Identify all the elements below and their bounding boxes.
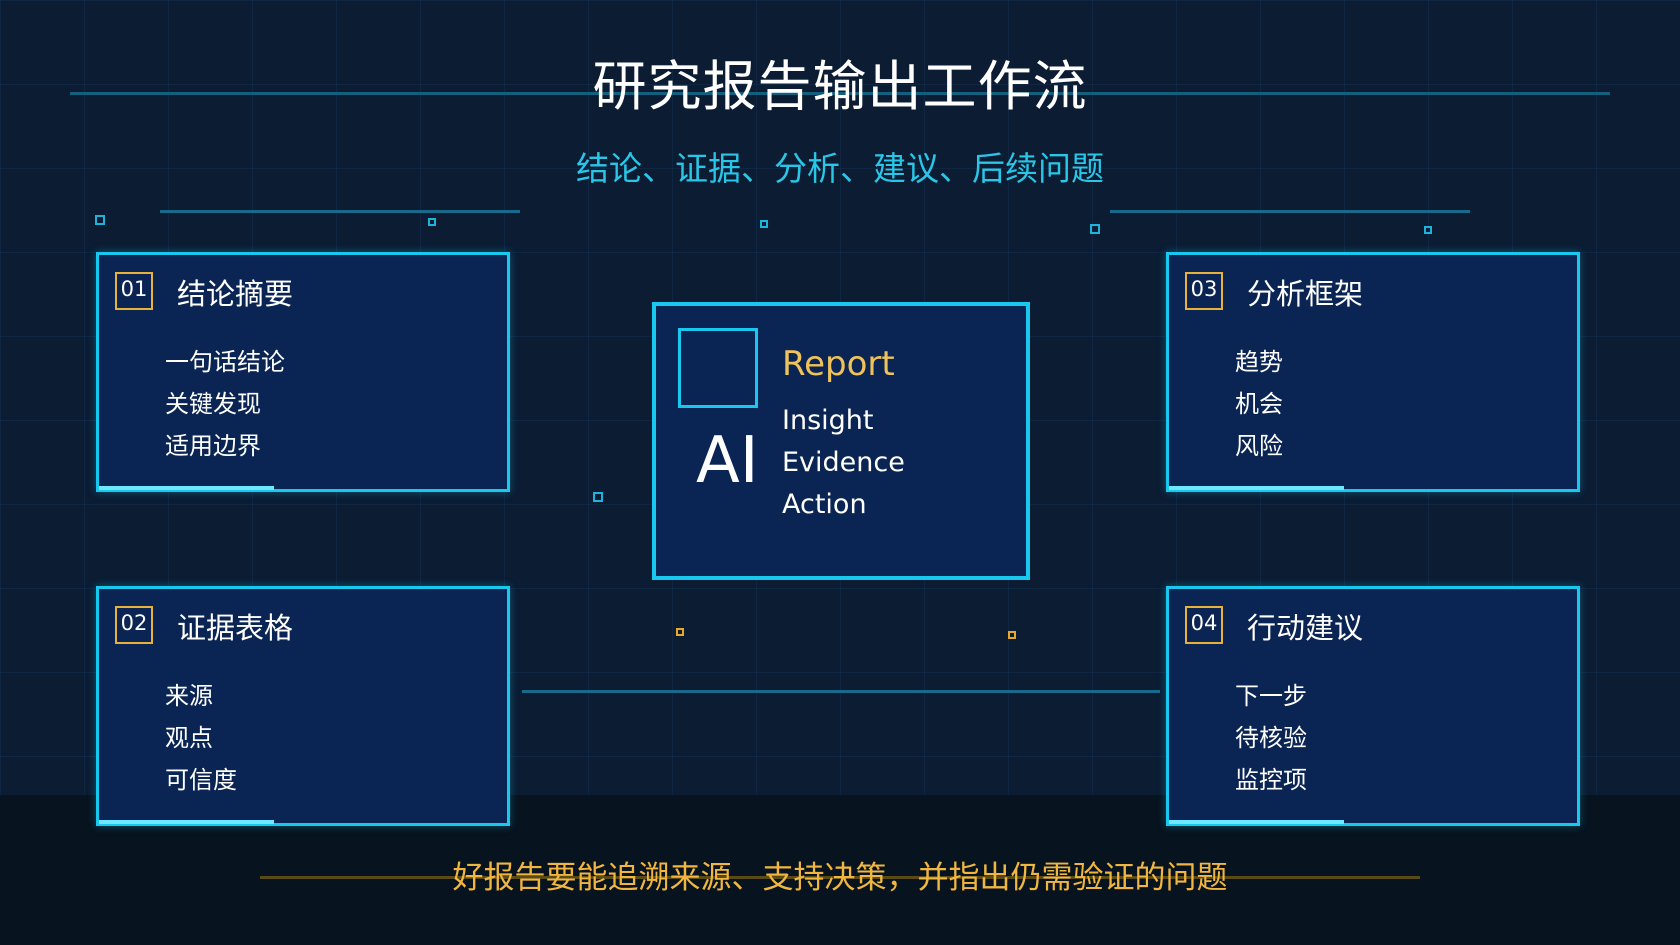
deco-dot-gold: [1008, 631, 1016, 639]
footer-caption: 好报告要能追溯来源、支持决策，并指出仍需验证的问题: [452, 860, 1228, 896]
deco-dot: [593, 492, 603, 502]
card-item-list: 来源 观点 可信度: [165, 675, 237, 801]
connector-line: [522, 690, 1160, 693]
card-heading: 结论摘要: [177, 277, 294, 311]
card-accent-bar: [1169, 820, 1344, 824]
card-number-badge: 04: [1185, 606, 1223, 644]
card-item-list: 一句话结论 关键发现 适用边界: [165, 341, 285, 467]
card-number-badge: 03: [1185, 272, 1223, 310]
deco-dot: [95, 215, 105, 225]
card-accent-bar: [99, 486, 274, 490]
card-accent-bar: [99, 820, 274, 824]
report-item: Evidence: [782, 447, 905, 478]
deco-dot: [1090, 224, 1100, 234]
card-number-badge: 01: [115, 272, 153, 310]
deco-dot-gold: [676, 628, 684, 636]
report-label: Report: [782, 344, 895, 384]
card-item: 待核验: [1235, 724, 1307, 752]
card-heading: 证据表格: [177, 611, 294, 645]
deco-dot: [428, 218, 436, 226]
card-item: 监控项: [1235, 766, 1307, 794]
report-item: Insight: [782, 405, 874, 436]
deco-dot: [1424, 226, 1432, 234]
center-ai-report-card: AI Report Insight Evidence Action: [652, 302, 1030, 580]
card-analysis-framework: 03 分析框架 趋势 机会 风险: [1166, 252, 1580, 492]
card-item: 观点: [165, 724, 213, 752]
deco-line-top-left: [160, 210, 520, 213]
card-item: 下一步: [1235, 682, 1307, 710]
card-number-badge: 02: [115, 606, 153, 644]
card-item: 机会: [1235, 390, 1283, 418]
card-item: 一句话结论: [165, 348, 285, 376]
card-accent-bar: [1169, 486, 1344, 490]
card-item-list: 趋势 机会 风险: [1235, 341, 1283, 467]
card-conclusion-summary: 01 结论摘要 一句话结论 关键发现 适用边界: [96, 252, 510, 492]
card-item: 可信度: [165, 766, 237, 794]
page-title: 研究报告输出工作流: [592, 55, 1088, 118]
card-item-list: 下一步 待核验 监控项: [1235, 675, 1307, 801]
card-heading: 行动建议: [1247, 611, 1364, 645]
card-item: 关键发现: [165, 390, 261, 418]
report-item-list: Insight Evidence Action: [782, 400, 905, 526]
card-action-recommendations: 04 行动建议 下一步 待核验 监控项: [1166, 586, 1580, 826]
ai-label: AI: [696, 424, 759, 498]
card-item: 适用边界: [165, 432, 261, 460]
card-evidence-table: 02 证据表格 来源 观点 可信度: [96, 586, 510, 826]
square-frame-icon: [678, 328, 758, 408]
card-item: 风险: [1235, 432, 1283, 460]
card-item: 来源: [165, 682, 213, 710]
page-subtitle: 结论、证据、分析、建议、后续问题: [576, 149, 1104, 188]
deco-line-top-right: [1110, 210, 1470, 213]
card-heading: 分析框架: [1247, 277, 1364, 311]
card-item: 趋势: [1235, 348, 1283, 376]
deco-dot: [760, 220, 768, 228]
report-item: Action: [782, 489, 867, 520]
